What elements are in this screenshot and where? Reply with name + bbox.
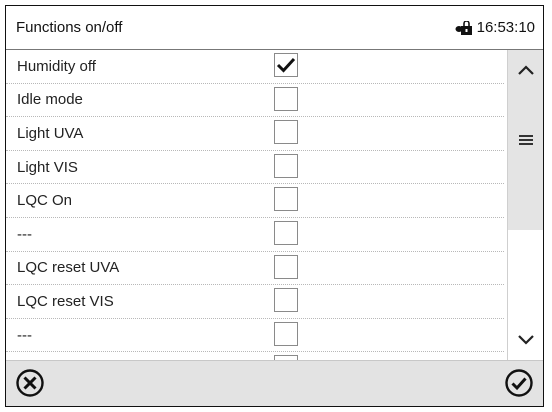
list-item-label: LQC reset UVA xyxy=(17,259,120,277)
confirm-button[interactable] xyxy=(503,367,535,399)
checkbox[interactable] xyxy=(274,187,298,212)
list-item-label: Humidity off xyxy=(17,57,96,75)
checkbox[interactable] xyxy=(274,220,298,245)
list-item-label: Light VIS xyxy=(17,158,78,176)
clock-time: 16:53:10 xyxy=(476,19,535,36)
list-item-label: LQC reset VIS xyxy=(17,292,114,310)
list-item: Idle mode xyxy=(6,84,504,118)
checkbox[interactable] xyxy=(274,288,298,313)
confirm-icon xyxy=(505,369,533,397)
functions-dialog: Functions on/off 16:53:10 Humidity off Id… xyxy=(5,5,544,407)
scroll-down-button[interactable] xyxy=(508,320,543,360)
list-item: --- xyxy=(6,218,504,252)
scrollbar[interactable] xyxy=(507,50,543,360)
header-bar: Functions on/off 16:53:10 xyxy=(6,6,543,50)
clock: 16:53:10 xyxy=(455,19,535,36)
checkbox[interactable] xyxy=(274,120,298,145)
chevron-up-icon xyxy=(518,65,534,75)
list-item xyxy=(6,352,504,360)
checkbox[interactable] xyxy=(274,254,298,279)
checkbox[interactable] xyxy=(274,86,298,111)
checkmark-icon xyxy=(276,57,296,73)
list-item: LQC reset UVA xyxy=(6,252,504,286)
list-item-label: Idle mode xyxy=(17,91,83,109)
cancel-button[interactable] xyxy=(14,367,46,399)
footer-bar xyxy=(6,360,543,406)
page-title: Functions on/off xyxy=(16,19,123,36)
list-item-label: --- xyxy=(17,326,32,344)
menu-icon xyxy=(508,130,543,150)
list-item-label: LQC On xyxy=(17,192,73,210)
list-item: --- xyxy=(6,319,504,353)
cancel-icon xyxy=(16,369,44,397)
checkbox[interactable] xyxy=(274,321,298,346)
list-item-label: --- xyxy=(17,225,32,243)
list-item-label: Light UVA xyxy=(17,124,84,142)
list-item: Humidity off xyxy=(6,50,504,84)
checkbox[interactable] xyxy=(274,153,298,178)
chevron-down-icon xyxy=(518,335,534,345)
checkbox[interactable] xyxy=(274,53,298,77)
scroll-up-button[interactable] xyxy=(508,50,543,90)
list-item: LQC On xyxy=(6,184,504,218)
list-item: LQC reset VIS xyxy=(6,285,504,319)
lock-icon xyxy=(455,19,473,35)
list-item: Light VIS xyxy=(6,151,504,185)
function-list: Humidity off Idle mode Light UVA Light VIS L… xyxy=(6,50,504,360)
list-item: Light UVA xyxy=(6,117,504,151)
